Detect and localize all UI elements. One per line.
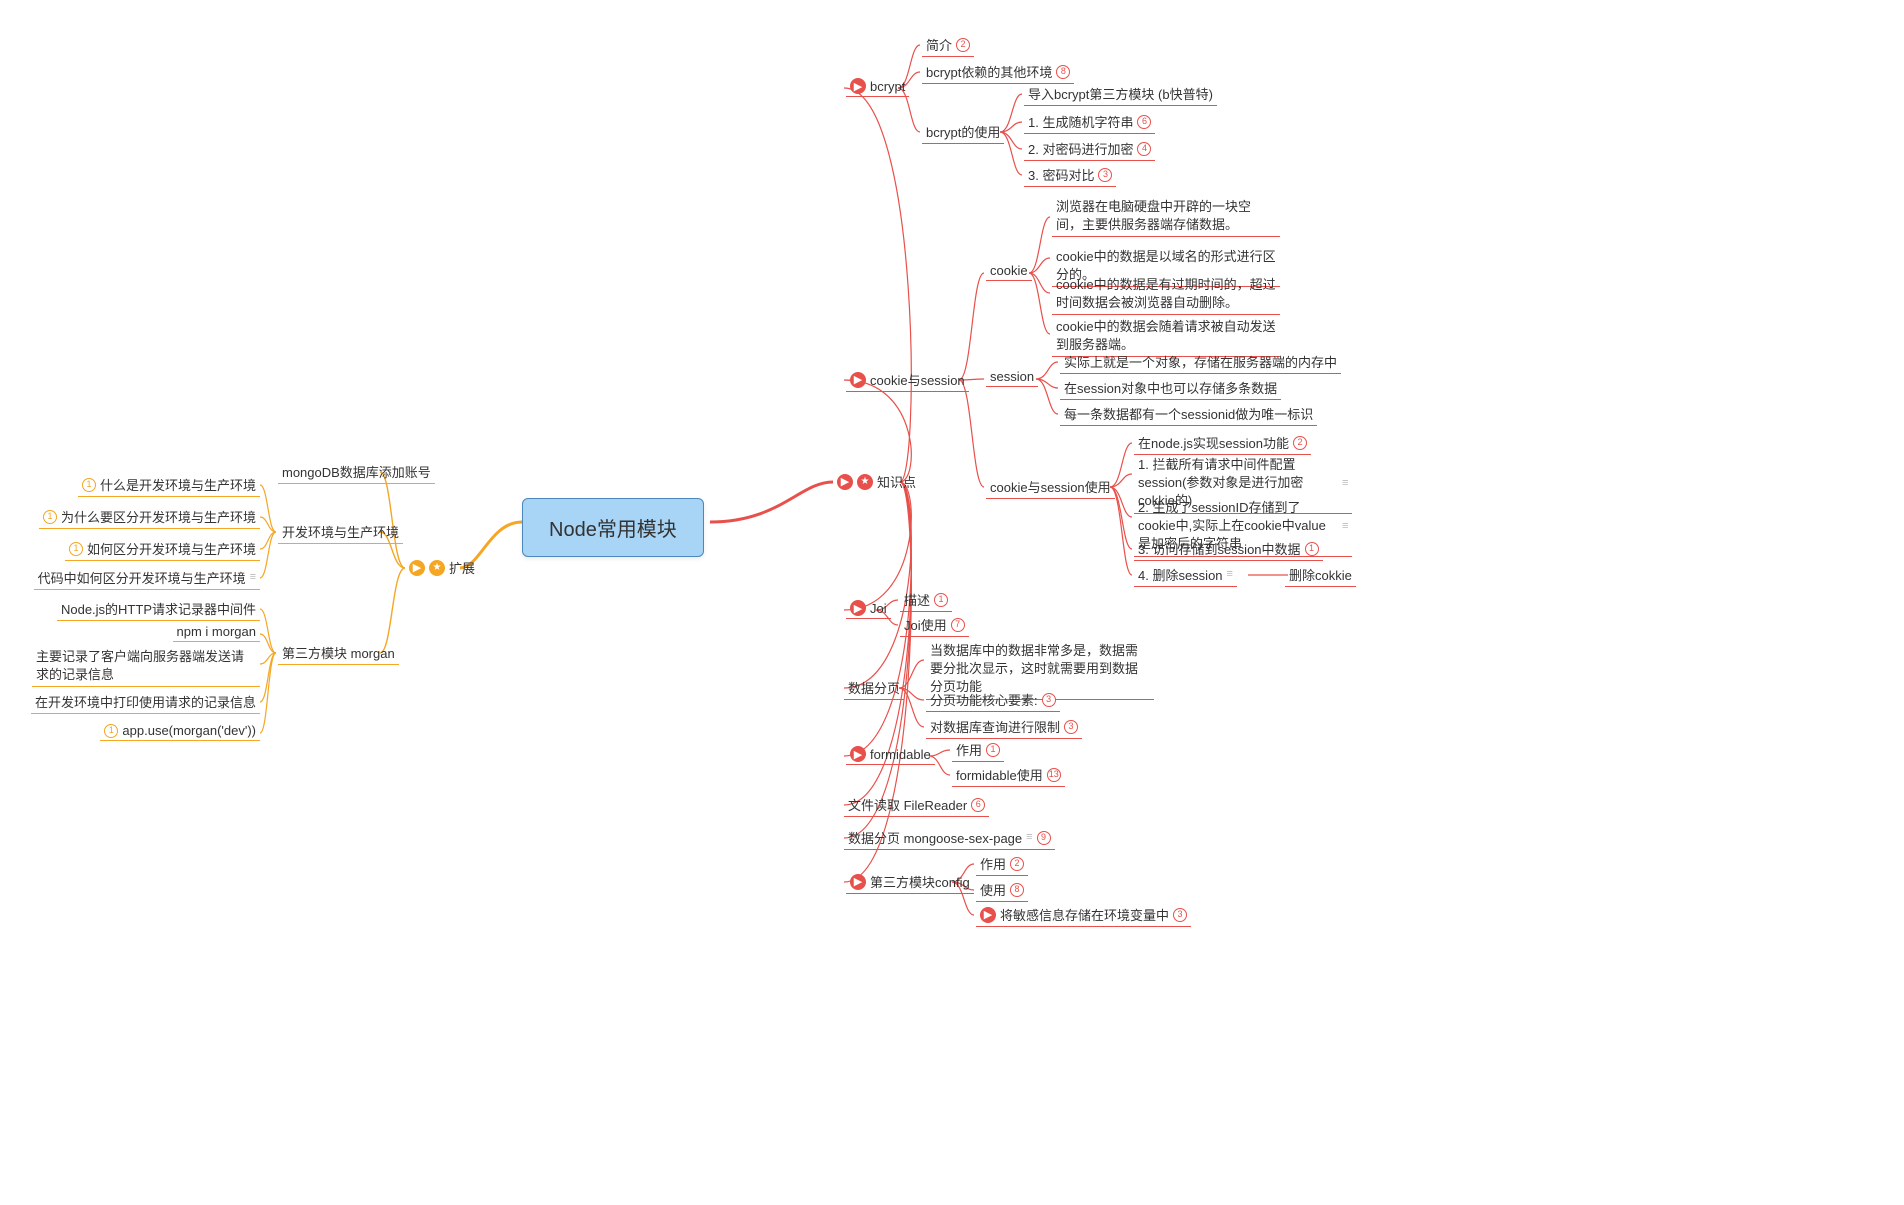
node-cookie[interactable]: cookie <box>986 261 1032 280</box>
node-morgan-code[interactable]: 1 app.use(morgan('dev')) <box>100 721 260 740</box>
note-icon: ≡ <box>1342 478 1348 489</box>
node-pagination[interactable]: 数据分页 <box>844 676 904 699</box>
node-bcrypt-import[interactable]: 导入bcrypt第三方模块 (b快普特) <box>1024 82 1217 105</box>
node-bcrypt-deps[interactable]: bcrypt依赖的其他环境 8 <box>922 60 1074 83</box>
node-joi[interactable]: ▶ Joi <box>846 598 891 618</box>
node-cs-u1[interactable]: 在node.js实现session功能 2 <box>1134 431 1311 454</box>
expand-icon: ▶ <box>409 560 425 576</box>
node-env-what[interactable]: 1 什么是开发环境与生产环境 <box>78 473 260 496</box>
expand-icon: ▶ <box>850 874 866 890</box>
note-icon: ≡ <box>1026 832 1032 843</box>
node-env-why[interactable]: 1 为什么要区分开发环境与生产环境 <box>39 505 260 528</box>
expand-icon: ▶ <box>850 372 866 388</box>
node-bcrypt[interactable]: ▶ bcrypt <box>846 76 909 96</box>
node-joi-use[interactable]: Joi使用 7 <box>900 613 969 636</box>
node-page-p3[interactable]: 对数据库查询进行限制 3 <box>926 715 1082 738</box>
node-joi-desc[interactable]: 描述 1 <box>900 588 952 611</box>
node-morgan-desc[interactable]: Node.js的HTTP请求记录器中间件 <box>57 597 260 620</box>
node-formidable-f1[interactable]: 作用 1 <box>952 738 1004 761</box>
node-env-how[interactable]: 1 如何区分开发环境与生产环境 <box>65 537 260 560</box>
expand-icon: ▶ <box>850 600 866 616</box>
note-icon: ≡ <box>250 572 256 583</box>
expand-icon: ▶ <box>980 907 996 923</box>
branch-extend[interactable]: ▶ ★ 扩展 <box>405 556 479 579</box>
node-config-c1[interactable]: 作用 2 <box>976 852 1028 875</box>
node-cs-u5b[interactable]: 删除cokkie <box>1285 563 1356 586</box>
branch-knowledge[interactable]: ▶ ★ 知识点 <box>833 470 920 493</box>
branch-knowledge-label: 知识点 <box>877 472 916 491</box>
node-config[interactable]: ▶ 第三方模块config <box>846 870 974 893</box>
node-bcrypt-enc[interactable]: 2. 对密码进行加密 4 <box>1024 137 1155 160</box>
node-morgan-dev[interactable]: 在开发环境中打印使用请求的记录信息 <box>31 690 260 713</box>
node-cs-u4[interactable]: 3. 访问存储到session中数据 1 <box>1134 537 1323 560</box>
node-config-c2[interactable]: 使用 8 <box>976 878 1028 901</box>
node-formidable[interactable]: ▶ formidable <box>846 744 935 764</box>
node-cookie-c3[interactable]: cookie中的数据是有过期时间的，超过时间数据会被浏览器自动删除。 <box>1052 274 1280 314</box>
node-bcrypt-cmp[interactable]: 3. 密码对比 3 <box>1024 163 1116 186</box>
node-config-c3[interactable]: ▶ 将敏感信息存储在环境变量中 3 <box>976 903 1191 926</box>
node-session-s3[interactable]: 每一条数据都有一个sessionid做为唯一标识 <box>1060 402 1317 425</box>
star-icon: ★ <box>857 474 873 490</box>
node-mongoosepage[interactable]: 数据分页 mongoose-sex-page ≡ 9 <box>844 826 1055 849</box>
node-cookie-c1[interactable]: 浏览器在电脑硬盘中开辟的一块空间，主要供服务器端存储数据。 <box>1052 196 1280 236</box>
node-bcrypt-usage[interactable]: bcrypt的使用 <box>922 120 1004 143</box>
branch-extend-label: 扩展 <box>449 558 475 577</box>
node-env-code[interactable]: 代码中如何区分开发环境与生产环境 ≡ <box>34 566 260 589</box>
node-formidable-f2[interactable]: formidable使用 13 <box>952 763 1065 786</box>
node-page-p2[interactable]: 分页功能核心要素: 3 <box>926 688 1060 711</box>
node-filereader[interactable]: 文件读取 FileReader 6 <box>844 793 989 816</box>
note-icon: ≡ <box>1342 521 1348 532</box>
expand-icon: ▶ <box>850 746 866 762</box>
mindmap-canvas[interactable]: Node常用模块 ▶ ★ 扩展 mongoDB数据库添加账号 开发环境与生产环境… <box>0 0 1904 1205</box>
node-session-s2[interactable]: 在session对象中也可以存储多条数据 <box>1060 376 1281 399</box>
node-session[interactable]: session <box>986 367 1038 386</box>
node-cookiesession[interactable]: ▶ cookie与session <box>846 368 969 391</box>
node-session-s1[interactable]: 实际上就是一个对象，存储在服务器端的内存中 <box>1060 350 1341 373</box>
expand-icon: ▶ <box>850 78 866 94</box>
expand-icon: ▶ <box>837 474 853 490</box>
node-morgan-install[interactable]: npm i morgan <box>173 622 260 641</box>
node-bcrypt-intro[interactable]: 简介 2 <box>922 33 974 56</box>
node-mongodb[interactable]: mongoDB数据库添加账号 <box>278 460 435 483</box>
node-env[interactable]: 开发环境与生产环境 <box>278 520 403 543</box>
root-node[interactable]: Node常用模块 <box>522 498 704 557</box>
star-icon: ★ <box>429 560 445 576</box>
node-cs-u5[interactable]: 4. 删除session ≡ <box>1134 563 1237 586</box>
node-morgan[interactable]: 第三方模块 morgan <box>278 641 399 664</box>
node-morgan-log[interactable]: 主要记录了客户端向服务器端发送请求的记录信息 <box>32 646 260 686</box>
node-cs-use[interactable]: cookie与session使用 <box>986 475 1115 498</box>
root-title: Node常用模块 <box>549 513 677 542</box>
node-bcrypt-gen[interactable]: 1. 生成随机字符串 6 <box>1024 110 1155 133</box>
note-icon: ≡ <box>1227 569 1233 580</box>
